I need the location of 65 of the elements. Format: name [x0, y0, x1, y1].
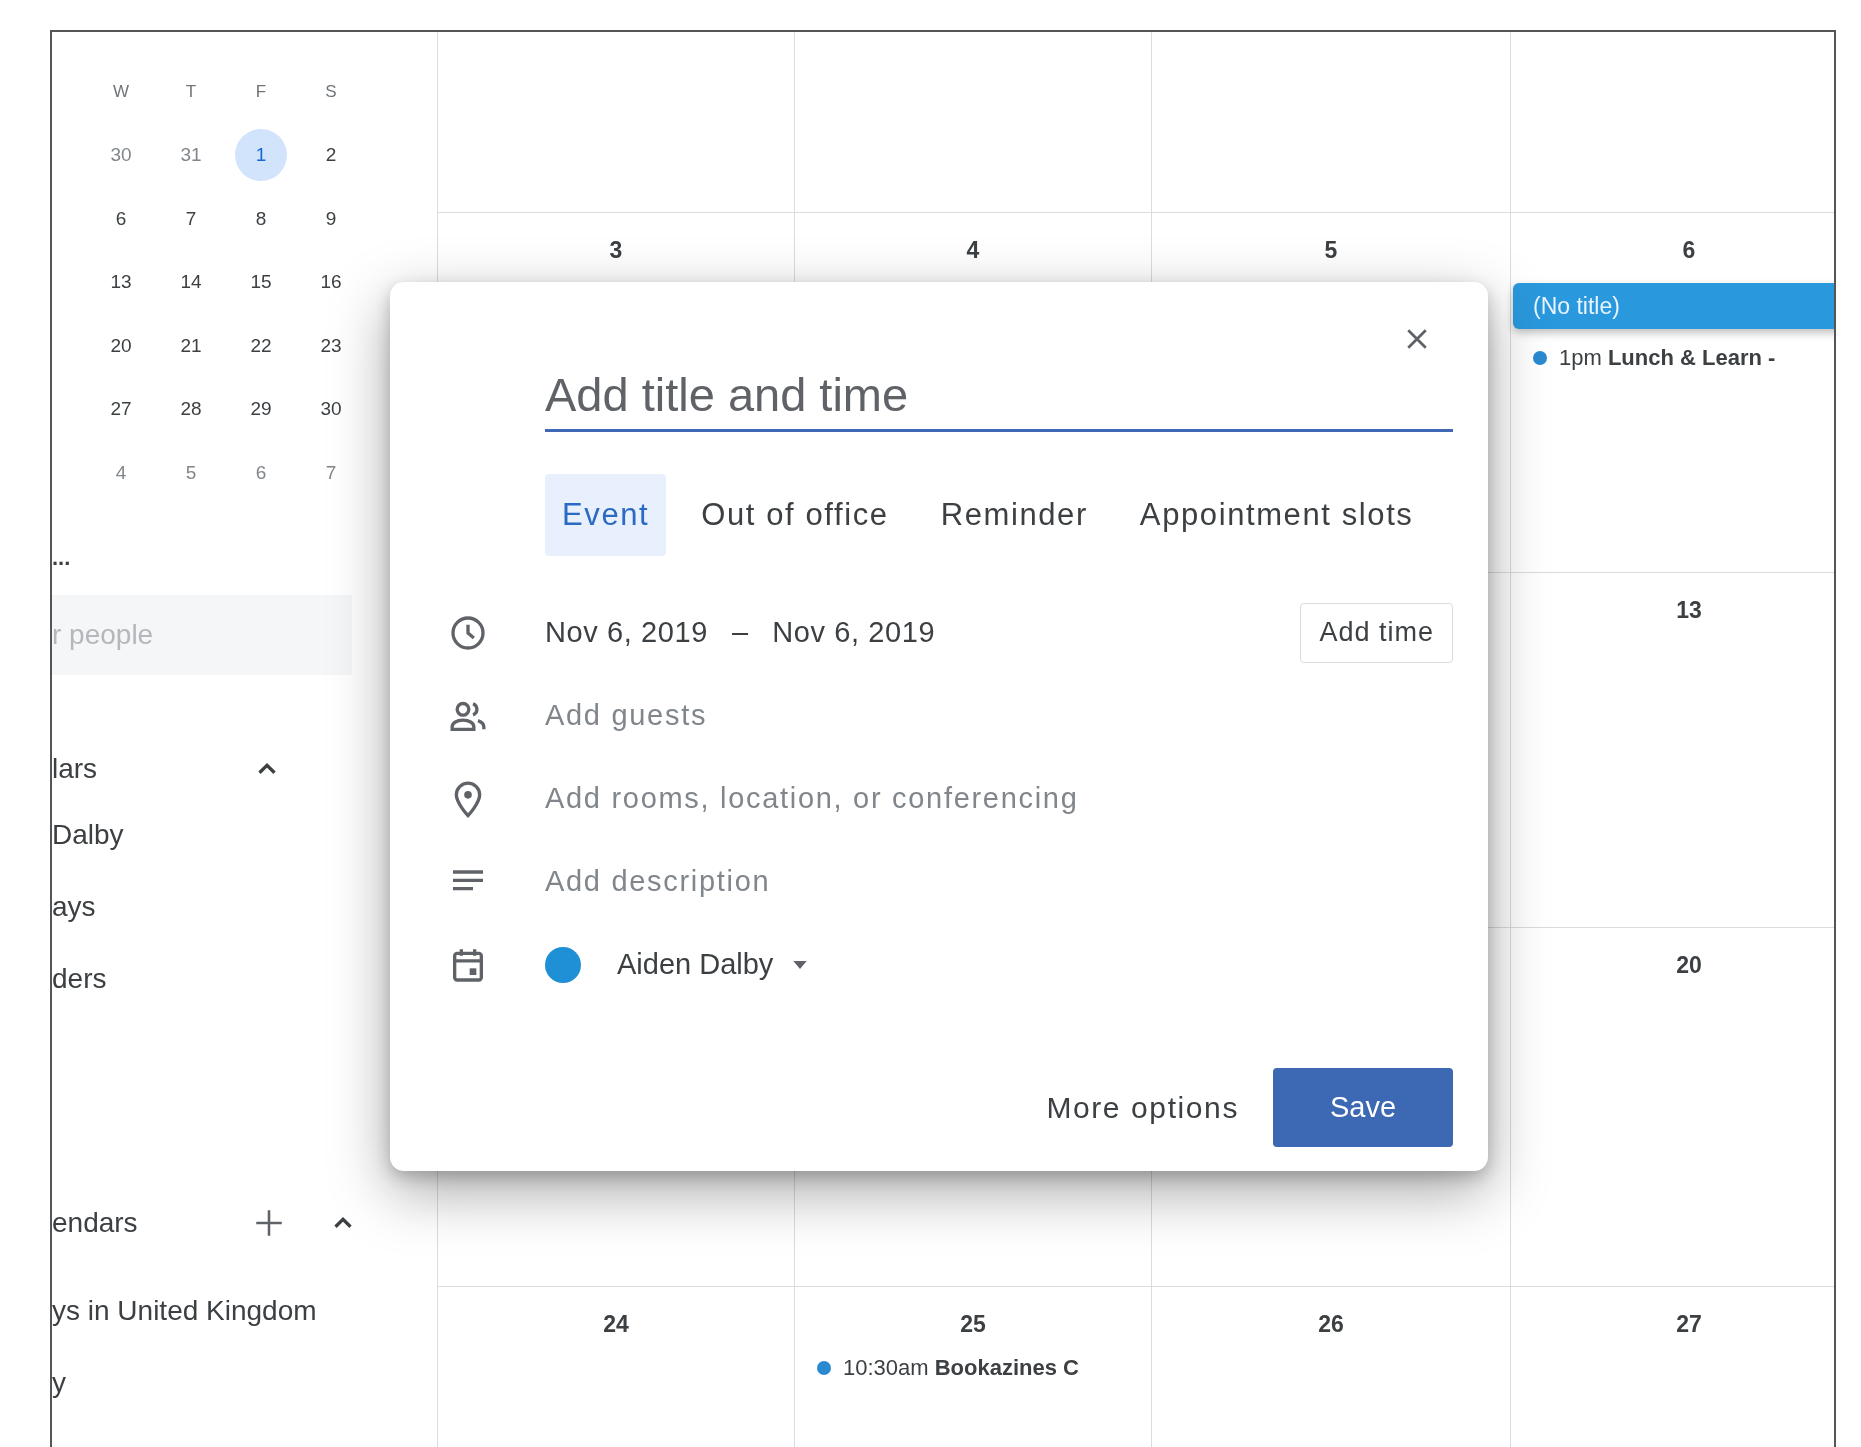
sidebar-item[interactable]: ... — [52, 544, 71, 585]
more-options-button[interactable]: More options — [1046, 1090, 1239, 1125]
start-date[interactable]: Nov 6, 2019 — [545, 616, 708, 649]
mini-calendar-day[interactable]: 6 — [235, 446, 287, 499]
calendar-list-item[interactable]: y — [52, 1346, 66, 1419]
end-date[interactable]: Nov 6, 2019 — [772, 616, 936, 649]
date-separator: – — [732, 616, 749, 649]
day-number[interactable]: 4 — [966, 235, 980, 265]
mini-calendar-day[interactable]: 21 — [165, 319, 217, 372]
day-number[interactable]: 26 — [1318, 1309, 1344, 1339]
event-type-tab[interactable]: Event — [545, 474, 667, 556]
mini-calendar-day[interactable]: 8 — [235, 192, 287, 245]
mini-calendar-day[interactable]: 5 — [165, 446, 217, 499]
mini-calendar-day[interactable]: 6 — [95, 192, 147, 245]
weekday-label: T — [184, 81, 198, 102]
event-type-tab[interactable]: Appointment slots — [1122, 474, 1431, 556]
day-number[interactable]: 27 — [1676, 1309, 1702, 1339]
save-button[interactable]: Save — [1273, 1068, 1453, 1147]
mini-calendar-day[interactable]: 23 — [305, 319, 357, 372]
event-field[interactable]: Add rooms, location, or conferencing — [545, 782, 1453, 815]
mini-calendar-day[interactable]: 22 — [235, 319, 287, 372]
mini-calendar-day[interactable]: 7 — [305, 446, 357, 499]
day-number[interactable]: 13 — [1676, 595, 1702, 625]
mini-calendar-day[interactable]: 28 — [165, 383, 217, 436]
mini-calendar-day[interactable]: 4 — [95, 446, 147, 499]
mini-calendar-day[interactable]: 14 — [165, 256, 217, 309]
weekday-label: S — [324, 81, 338, 102]
day-number[interactable]: 3 — [609, 235, 623, 265]
event-type-tab[interactable]: Reminder — [923, 474, 1105, 556]
day-number[interactable]: 6 — [1682, 235, 1696, 265]
mini-calendar-day[interactable]: 29 — [235, 383, 287, 436]
mini-calendar-day[interactable]: 7 — [165, 192, 217, 245]
day-number[interactable]: 20 — [1676, 950, 1702, 980]
calendar-dropdown[interactable]: Aiden Dalby — [617, 948, 808, 981]
section-title[interactable]: endars — [52, 1206, 252, 1239]
caret-icon — [793, 960, 808, 969]
mini-calendar-day[interactable]: 27 — [95, 383, 147, 436]
day-number[interactable]: 25 — [960, 1309, 986, 1339]
day-number[interactable]: 24 — [603, 1309, 629, 1339]
mini-calendar-day[interactable]: 13 — [95, 256, 147, 309]
mini-calendar-day[interactable]: 15 — [235, 256, 287, 309]
calendar-list-item[interactable]: ays — [52, 870, 96, 943]
search-field[interactable]: r people — [52, 594, 352, 675]
weekday-label: W — [111, 81, 130, 102]
weekday-label: F — [254, 81, 268, 102]
mini-calendar-day[interactable]: 16 — [305, 256, 357, 309]
event-label[interactable]: 1pm Lunch & Learn - — [1559, 345, 1776, 371]
mini-calendar-day[interactable]: 30 — [305, 383, 357, 436]
section-title[interactable]: lars — [52, 752, 252, 785]
mini-calendar-day[interactable]: 20 — [95, 319, 147, 372]
calendar-list-item[interactable]: ders — [52, 942, 107, 1015]
add-time-button[interactable]: Add time — [1300, 602, 1453, 663]
mini-calendar-day[interactable]: 31 — [165, 129, 217, 182]
mini-calendar-day[interactable]: 9 — [305, 192, 357, 245]
mini-calendar-day[interactable]: 30 — [95, 129, 147, 182]
day-number[interactable]: 5 — [1324, 235, 1338, 265]
mini-calendar-day[interactable]: 1 — [235, 129, 287, 182]
event-field[interactable]: Add description — [545, 865, 1453, 898]
event-label[interactable]: 10:30am Bookazines C — [843, 1355, 1079, 1381]
mini-calendar-day[interactable]: 2 — [305, 129, 357, 182]
event-field[interactable]: Add guests — [545, 699, 1453, 732]
event-type-tab[interactable]: Out of office — [684, 474, 906, 556]
calendar-list-item[interactable]: ys in United Kingdom — [52, 1274, 317, 1347]
calendar-list-item[interactable]: Dalby — [52, 798, 124, 871]
title-field[interactable]: Add title and time — [545, 360, 1453, 432]
